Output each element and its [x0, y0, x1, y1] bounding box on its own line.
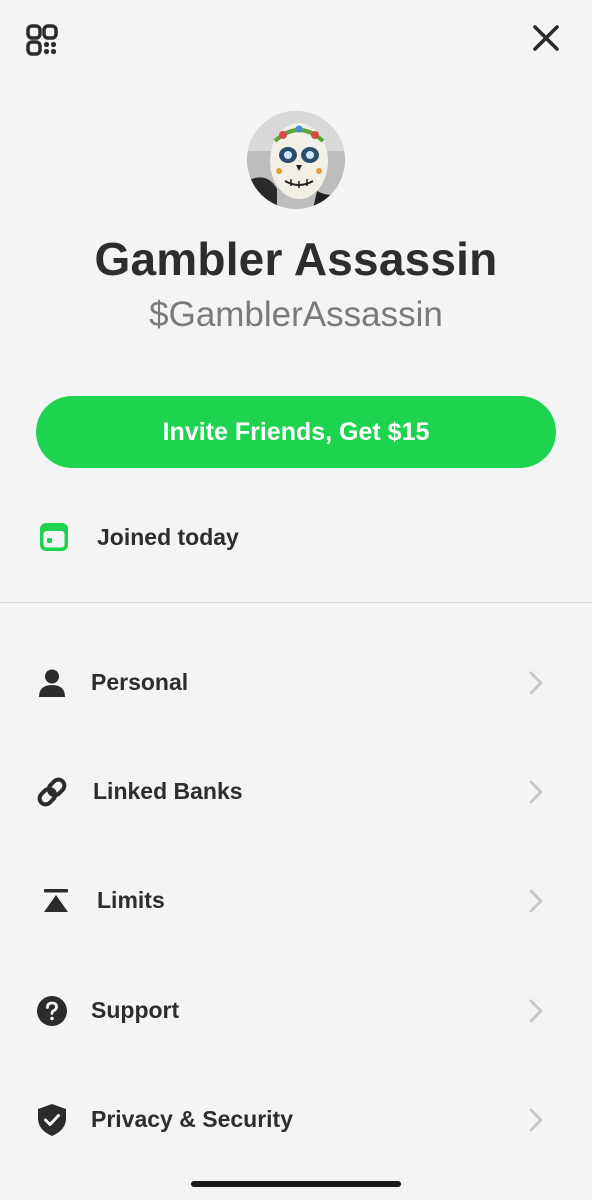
profile-screen: Gambler Assassin $GamblerAssassin Invite… [0, 0, 592, 1200]
shield-icon [34, 1102, 70, 1138]
question-icon [34, 993, 70, 1029]
limits-icon [38, 883, 74, 919]
link-icon [34, 774, 70, 810]
menu-item-support[interactable]: Support [0, 981, 592, 1041]
chevron-right-icon [524, 671, 548, 695]
chevron-right-icon [524, 889, 548, 913]
close-icon [533, 25, 559, 51]
person-icon [34, 665, 70, 701]
skull-mask-avatar [247, 111, 345, 209]
home-indicator[interactable] [191, 1181, 401, 1187]
chevron-right-icon [524, 780, 548, 804]
calendar-icon [38, 521, 70, 553]
invite-friends-button[interactable]: Invite Friends, Get $15 [36, 396, 556, 468]
qr-code-icon [26, 24, 58, 56]
chevron-right-icon [524, 1108, 548, 1132]
close-button[interactable] [528, 20, 564, 56]
display-name: Gambler Assassin [94, 233, 498, 285]
menu-item-personal[interactable]: Personal [0, 653, 592, 713]
cashtag: $GamblerAssassin [149, 295, 443, 334]
menu-item-linked-banks[interactable]: Linked Banks [0, 762, 592, 822]
chevron-right-icon [524, 999, 548, 1023]
joined-label: Joined today [97, 523, 239, 550]
menu-item-label: Linked Banks [93, 778, 243, 804]
qr-code-button[interactable] [22, 20, 62, 60]
menu-item-privacy-security[interactable]: Privacy & Security [0, 1090, 592, 1150]
joined-info: Joined today [38, 520, 239, 554]
avatar[interactable] [247, 111, 345, 209]
menu-item-limits[interactable]: Limits [0, 871, 592, 931]
menu-item-label: Personal [91, 669, 189, 695]
menu-item-label: Limits [97, 887, 165, 913]
menu-item-label: Support [91, 997, 180, 1023]
menu-item-label: Privacy & Security [91, 1106, 294, 1132]
divider [0, 602, 592, 603]
